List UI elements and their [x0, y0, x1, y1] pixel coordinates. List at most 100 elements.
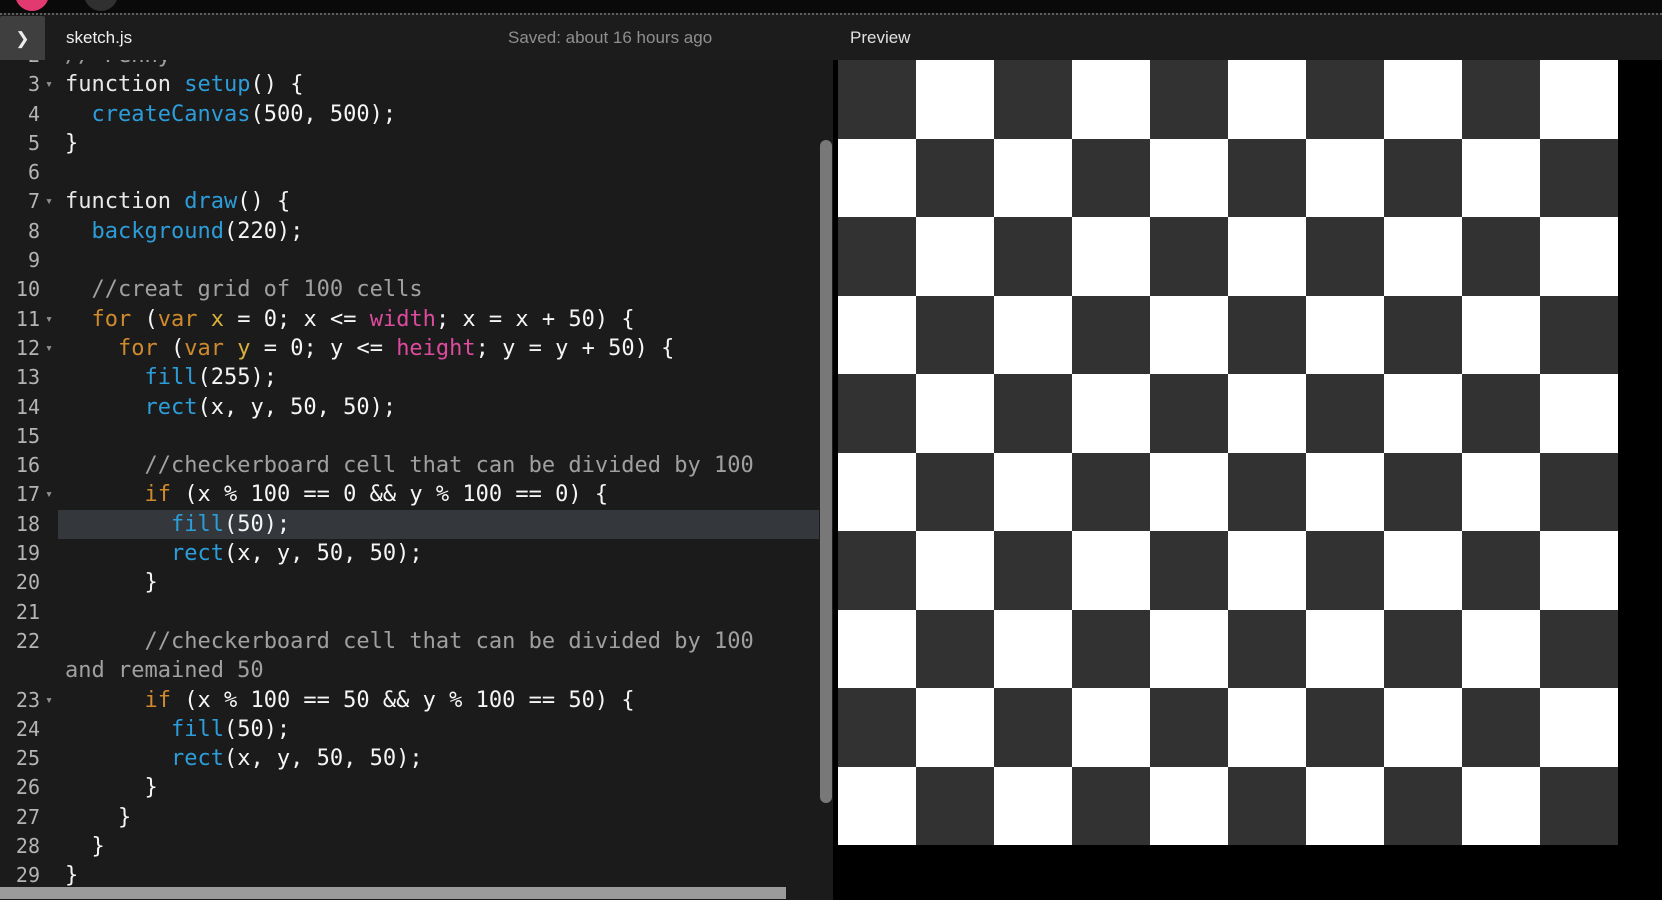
gutter[interactable]: 11 ▾: [0, 305, 58, 334]
fold-arrow-icon[interactable]: ▾: [40, 70, 58, 99]
gutter[interactable]: 29: [0, 861, 58, 890]
code-line-27[interactable]: 27 }: [0, 803, 833, 832]
checkerboard-cell: [1306, 138, 1384, 217]
code-line-22[interactable]: 22 //checkerboard cell that can be divid…: [0, 627, 833, 656]
checkerboard-cell: [1228, 295, 1306, 374]
code-line-17[interactable]: 17 ▾ if (x % 100 == 0 && y % 100 == 0) {: [0, 480, 833, 509]
code-line-16[interactable]: 16 //checkerboard cell that can be divid…: [0, 451, 833, 480]
gutter[interactable]: 17 ▾: [0, 480, 58, 509]
code-line-2[interactable]: 2 // Penny: [0, 60, 833, 70]
gutter[interactable]: [0, 656, 58, 685]
code-line-5[interactable]: 5}: [0, 129, 833, 158]
gutter[interactable]: 27: [0, 803, 58, 832]
gutter[interactable]: 7 ▾: [0, 187, 58, 216]
gutter[interactable]: 25: [0, 744, 58, 773]
checkerboard-cell: [1306, 374, 1384, 453]
editor-horizontal-scrollbar[interactable]: [0, 887, 786, 899]
code-line-20[interactable]: 20 }: [0, 568, 833, 597]
code-line-25[interactable]: 25 rect(x, y, 50, 50);: [0, 744, 833, 773]
code-line-14[interactable]: 14 rect(x, y, 50, 50);: [0, 393, 833, 422]
file-tab-sketchjs[interactable]: sketch.js: [66, 15, 132, 60]
gutter[interactable]: 8: [0, 217, 58, 246]
fold-arrow-icon[interactable]: ▾: [40, 305, 58, 334]
gutter[interactable]: 18: [0, 510, 58, 539]
checkerboard-cell: [994, 766, 1072, 845]
code-line-9[interactable]: 9: [0, 246, 833, 275]
checkerboard-cell: [1306, 609, 1384, 688]
checkerboard-cell: [916, 688, 994, 767]
fold-arrow-icon[interactable]: ▾: [40, 187, 58, 216]
gutter[interactable]: 9: [0, 246, 58, 275]
code-line-13[interactable]: 13 fill(255);: [0, 363, 833, 392]
gutter[interactable]: 3 ▾: [0, 70, 58, 99]
checkerboard-cell: [1306, 60, 1384, 139]
code-line-12[interactable]: 12 ▾ for (var y = 0; y <= height; y = y +…: [0, 334, 833, 363]
code-line-18[interactable]: 18 fill(50);: [0, 509, 833, 540]
gutter[interactable]: 28: [0, 832, 58, 861]
code-line-4[interactable]: 4 createCanvas(500, 500);: [0, 100, 833, 129]
gutter[interactable]: 19: [0, 539, 58, 568]
code-line-10[interactable]: 10 //creat grid of 100 cells: [0, 275, 833, 304]
checkerboard-cell: [916, 609, 994, 688]
checkerboard-cell: [1150, 452, 1228, 531]
gutter[interactable]: 12 ▾: [0, 334, 58, 363]
checkerboard-cell: [916, 766, 994, 845]
saved-status: Saved: about 16 hours ago: [508, 28, 713, 47]
code-line-15[interactable]: 15: [0, 422, 833, 451]
stop-button-clipped[interactable]: [84, 0, 118, 11]
code-line-11[interactable]: 11 ▾ for (var x = 0; x <= width; x = x + …: [0, 305, 833, 334]
gutter[interactable]: 21: [0, 598, 58, 627]
gutter[interactable]: 2: [0, 60, 58, 70]
line-number: 4: [27, 101, 40, 126]
gutter[interactable]: 15: [0, 422, 58, 451]
code-line-6[interactable]: 6: [0, 158, 833, 187]
code-line-wrap[interactable]: and remained 50: [0, 656, 833, 685]
code-line-7[interactable]: 7 ▾ function draw() {: [0, 187, 833, 216]
fold-arrow-icon[interactable]: ▾: [40, 480, 58, 509]
code-line-3[interactable]: 3 ▾ function setup() {: [0, 70, 833, 99]
play-button-clipped[interactable]: [15, 0, 49, 11]
gutter[interactable]: 24: [0, 715, 58, 744]
gutter[interactable]: 22: [0, 627, 58, 656]
gutter[interactable]: 13: [0, 363, 58, 392]
gutter[interactable]: 10: [0, 275, 58, 304]
gutter[interactable]: 26: [0, 773, 58, 802]
checkerboard-cell: [1072, 609, 1150, 688]
line-number: 21: [15, 599, 40, 624]
checkerboard-cell: [1540, 138, 1618, 217]
code-text: fill(50);: [170, 716, 291, 742]
gutter[interactable]: 20: [0, 568, 58, 597]
code-text: createCanvas(500, 500);: [91, 101, 397, 127]
code-editor[interactable]: 2// Penny3▾function setup() {4 createCan…: [0, 60, 833, 900]
code-line-26[interactable]: 26 }: [0, 773, 833, 802]
checkerboard-cell: [838, 295, 916, 374]
code-line-21[interactable]: 21: [0, 598, 833, 627]
fold-arrow-icon[interactable]: ▾: [40, 686, 58, 715]
checkerboard-cell: [916, 374, 994, 453]
gutter[interactable]: 6: [0, 158, 58, 187]
gutter[interactable]: 5: [0, 129, 58, 158]
editor-vertical-scrollbar[interactable]: [820, 140, 832, 803]
checkerboard-cell: [1462, 217, 1540, 296]
line-number: 14: [15, 394, 40, 419]
code-text: }: [65, 863, 79, 889]
checkerboard-cell: [838, 452, 916, 531]
checkerboard-cell: [1228, 688, 1306, 767]
code-line-8[interactable]: 8 background(220);: [0, 217, 833, 246]
gutter[interactable]: 23 ▾: [0, 686, 58, 715]
code-line-24[interactable]: 24 fill(50);: [0, 715, 833, 744]
sidebar-expand-button[interactable]: ❯: [0, 16, 45, 61]
gutter[interactable]: 16: [0, 451, 58, 480]
line-number: [0, 656, 40, 685]
fold-arrow-icon[interactable]: ▾: [40, 334, 58, 363]
code-line-23[interactable]: 23 ▾ if (x % 100 == 50 && y % 100 == 50) …: [0, 686, 833, 715]
chevron-right-icon: ❯: [15, 28, 30, 48]
gutter[interactable]: 14: [0, 393, 58, 422]
code-line-19[interactable]: 19 rect(x, y, 50, 50);: [0, 539, 833, 568]
code-line-28[interactable]: 28 }: [0, 832, 833, 861]
gutter[interactable]: 4: [0, 100, 58, 129]
